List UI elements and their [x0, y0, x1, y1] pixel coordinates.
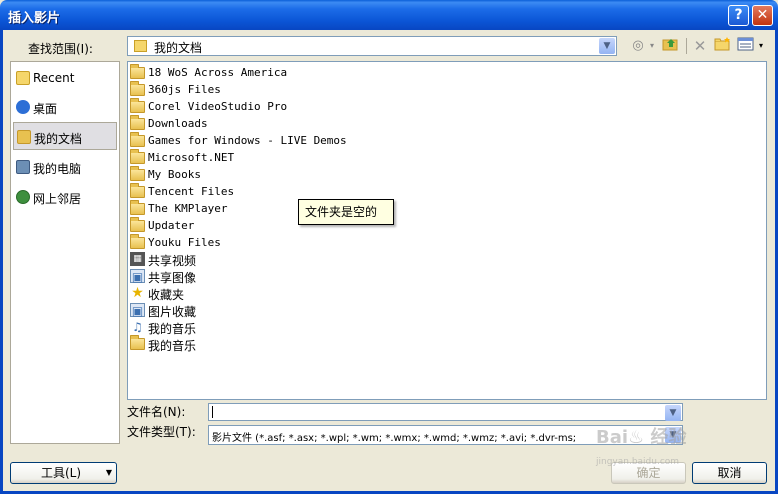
- chevron-down-icon: ▾: [758, 41, 763, 50]
- file-name: Downloads: [148, 117, 208, 130]
- chevron-down-icon[interactable]: ▼: [665, 427, 681, 443]
- folder-icon: [130, 98, 145, 113]
- chevron-down-icon: ▼: [105, 468, 112, 477]
- place-label: 我的电脑: [33, 162, 82, 176]
- window-title: 插入影片: [8, 11, 61, 26]
- delete-icon: ✕: [693, 37, 707, 55]
- view-menu-button[interactable]: [735, 36, 757, 56]
- title-bar: 插入影片 ? ✕: [0, 0, 778, 30]
- file-name: 我的音乐: [148, 322, 197, 336]
- empty-folder-tooltip: 文件夹是空的: [298, 199, 394, 225]
- place-my-computer[interactable]: 我的电脑: [13, 153, 117, 181]
- toolbar-separator: [686, 38, 687, 54]
- filetype-select[interactable]: 影片文件 (*.asf; *.asx; *.wpl; *.wm; *.wmx; …: [208, 425, 683, 445]
- my-music-icon: ♫: [132, 320, 143, 334]
- file-name: 图片收藏: [148, 305, 197, 319]
- shared-pictures-icon: ▣: [130, 269, 145, 284]
- file-name: 共享视频: [148, 254, 197, 268]
- filetype-label: 文件类型(T):: [127, 425, 196, 439]
- new-folder-icon: [714, 37, 730, 51]
- place-network[interactable]: 网上邻居: [13, 183, 117, 211]
- lookin-combo[interactable]: 我的文档 ▼: [127, 36, 617, 56]
- folder-icon: [130, 183, 145, 198]
- file-name: 共享图像: [148, 271, 197, 285]
- up-folder-button[interactable]: [660, 36, 682, 56]
- filename-label: 文件名(N):: [127, 405, 186, 419]
- file-name: Games for Windows - LIVE Demos: [148, 134, 347, 147]
- folder-icon: [130, 234, 145, 249]
- back-arrow-icon: ◎: [632, 38, 644, 53]
- file-name: 收藏夹: [148, 288, 185, 302]
- place-label: 网上邻居: [33, 192, 82, 206]
- chevron-down-icon[interactable]: ▼: [599, 38, 615, 54]
- favorites-icon: ★: [131, 285, 144, 301]
- my-documents-icon: [134, 40, 147, 52]
- filename-input[interactable]: ▼: [208, 403, 683, 421]
- file-name: Updater: [148, 219, 195, 232]
- up-folder-icon: [662, 39, 678, 51]
- place-label: 桌面: [33, 102, 58, 116]
- chevron-down-icon: ▾: [649, 41, 654, 50]
- back-button[interactable]: ◎: [627, 36, 649, 56]
- folder-icon: [130, 335, 145, 350]
- window-border-left: [0, 30, 3, 494]
- ok-button[interactable]: 确定: [611, 462, 686, 484]
- file-list[interactable]: 18 WoS Across America 360js Files Corel …: [127, 61, 767, 400]
- folder-icon: [130, 115, 145, 130]
- folder-icon: [130, 166, 145, 181]
- folder-icon: [130, 81, 145, 96]
- file-name: 360js Files: [148, 83, 221, 96]
- text-caret: [212, 406, 213, 418]
- folder-icon: [130, 217, 145, 232]
- close-button[interactable]: ✕: [752, 5, 773, 26]
- chevron-down-icon[interactable]: ▼: [665, 405, 681, 421]
- folder-icon: [130, 149, 145, 164]
- lookin-label: 查找范围(I):: [28, 42, 93, 56]
- tools-label: 工具(L): [41, 466, 82, 480]
- delete-button[interactable]: ✕: [689, 36, 711, 56]
- file-name: Youku Files: [148, 236, 221, 249]
- my-computer-icon: [16, 160, 30, 174]
- view-dropdown[interactable]: ▾: [757, 36, 765, 56]
- places-bar: Recent 桌面 我的文档 我的电脑 网上邻居: [10, 61, 120, 444]
- lookin-value: 我的文档: [154, 41, 203, 55]
- filetype-value: 影片文件 (*.asf; *.asx; *.wpl; *.wm; *.wmx; …: [212, 433, 577, 444]
- folder-icon: [130, 200, 145, 215]
- help-button[interactable]: ?: [728, 5, 749, 26]
- file-name: My Books: [148, 168, 201, 181]
- view-list-icon: [737, 37, 754, 51]
- shared-video-icon: ▦: [130, 252, 145, 266]
- file-name: Corel VideoStudio Pro: [148, 100, 288, 113]
- desktop-icon: [16, 100, 30, 114]
- place-label: 我的文档: [34, 132, 83, 146]
- back-dropdown[interactable]: ▾: [648, 36, 656, 56]
- place-recent[interactable]: Recent: [13, 64, 117, 92]
- tools-button[interactable]: 工具(L) ▼: [10, 462, 117, 484]
- my-pictures-icon: ▣: [130, 303, 145, 318]
- network-icon: [16, 190, 30, 204]
- place-label: Recent: [33, 71, 75, 85]
- recent-icon: [16, 71, 30, 85]
- file-name: 我的音乐: [148, 339, 197, 353]
- file-name: Tencent Files: [148, 185, 235, 198]
- file-name: 18 WoS Across America: [148, 66, 288, 79]
- cancel-button[interactable]: 取消: [692, 462, 767, 484]
- file-name: Microsoft.NET: [148, 151, 235, 164]
- place-desktop[interactable]: 桌面: [13, 93, 117, 121]
- place-my-documents[interactable]: 我的文档: [13, 122, 117, 150]
- new-folder-button[interactable]: [712, 36, 734, 56]
- folder-icon: [130, 132, 145, 147]
- my-documents-icon: [17, 130, 31, 144]
- file-name: The KMPlayer: [148, 202, 228, 215]
- folder-icon: [130, 64, 145, 79]
